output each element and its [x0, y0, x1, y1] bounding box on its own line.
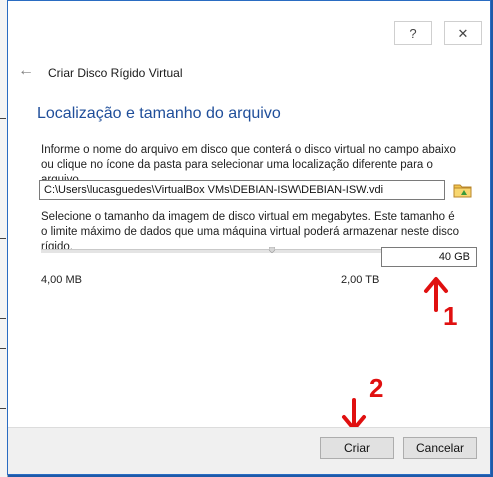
folder-icon [453, 184, 472, 198]
slider-handle[interactable] [269, 247, 275, 253]
file-path-input[interactable] [39, 180, 445, 200]
edge-mark [0, 238, 6, 239]
section-title: Localização e tamanho do arquivo [37, 105, 281, 122]
button-bar: Criar Cancelar [8, 427, 490, 474]
wizard-header: ← Criar Disco Rígido Virtual [8, 53, 490, 89]
edge-mark [0, 348, 6, 349]
wizard-title: Criar Disco Rígido Virtual [48, 66, 183, 80]
annotation-number-2: 2 [369, 373, 384, 403]
create-button[interactable]: Criar [320, 437, 394, 459]
wizard-page: Localização e tamanho do arquivo Informe… [11, 91, 487, 431]
back-arrow-icon[interactable]: ← [18, 62, 34, 80]
select-folder-button[interactable] [453, 180, 473, 200]
annotation-number-1: 1 [443, 301, 458, 331]
size-max-label: 2,00 TB [341, 274, 380, 286]
size-input[interactable] [381, 247, 477, 267]
cancel-button[interactable]: Cancelar [403, 437, 477, 459]
help-button[interactable]: ? [394, 21, 432, 45]
edge-mark [0, 408, 6, 409]
close-icon: ✕ [457, 26, 469, 41]
edge-mark [0, 318, 6, 319]
title-bar: ? ✕ [8, 1, 490, 47]
edge-mark [0, 118, 6, 119]
help-icon: ? [409, 26, 417, 41]
close-button[interactable]: ✕ [444, 21, 482, 45]
size-min-label: 4,00 MB [41, 274, 82, 286]
dialog-window: ? ✕ ← Criar Disco Rígido Virtual Localiz… [7, 0, 491, 475]
